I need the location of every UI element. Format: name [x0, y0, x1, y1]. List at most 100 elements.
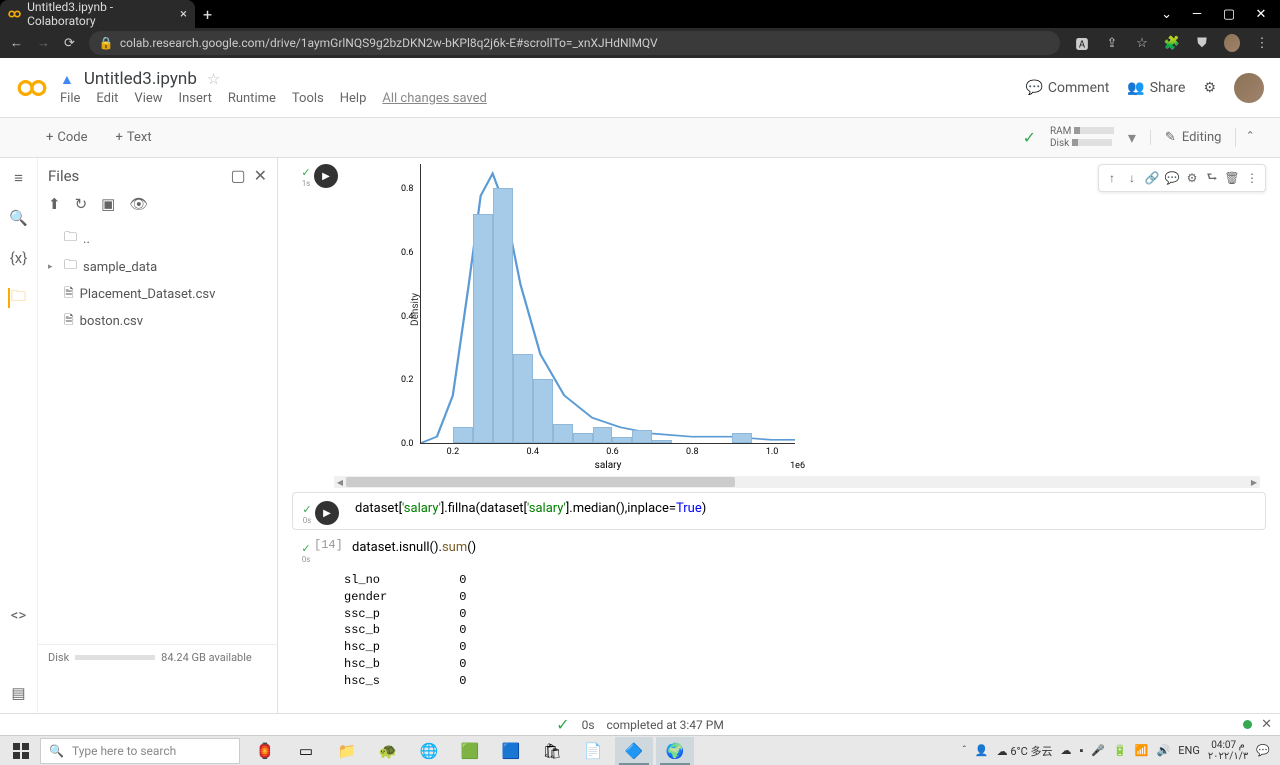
terminal-icon[interactable]: ▤ — [9, 683, 29, 703]
link-icon[interactable]: 🔗 — [1142, 168, 1162, 188]
browser-tab[interactable]: Untitled3.ipynb - Colaboratory × — [0, 0, 195, 28]
forward-icon[interactable]: → — [37, 35, 50, 51]
edge-icon[interactable]: 🌐 — [410, 737, 448, 765]
cell-menu-icon[interactable]: ⋮ — [1242, 168, 1262, 188]
tray-chevron-icon[interactable]: ˆ — [962, 744, 967, 757]
move-up-icon[interactable]: ↑ — [1102, 168, 1122, 188]
start-button[interactable] — [4, 737, 38, 765]
user-avatar[interactable] — [1234, 73, 1264, 103]
tab-close-icon[interactable]: × — [180, 7, 187, 22]
menu-help[interactable]: Help — [340, 91, 367, 106]
cell-settings-icon[interactable]: ⚙ — [1182, 168, 1202, 188]
toc-icon[interactable]: ≡ — [9, 168, 29, 188]
minimize-icon[interactable]: — — [1190, 7, 1204, 22]
mount-drive-icon[interactable]: ▣ — [101, 195, 115, 213]
tree-folder-sample-data[interactable]: ▸🗀sample_data — [48, 253, 267, 281]
hidden-files-icon[interactable]: 👁 — [129, 195, 148, 213]
reload-icon[interactable]: ⟳ — [64, 36, 75, 51]
refresh-files-icon[interactable]: ↻ — [75, 195, 88, 213]
runtime-dropdown-icon[interactable]: ▾ — [1128, 128, 1136, 147]
search-icon[interactable]: 🔍 — [9, 208, 29, 228]
explorer-icon[interactable]: 📁 — [328, 737, 366, 765]
wifi-icon[interactable]: 📶 — [1135, 744, 1149, 757]
menu-insert[interactable]: Insert — [179, 91, 212, 106]
add-code-button[interactable]: + Code — [38, 126, 96, 149]
cell-ok-icon: ✓ — [301, 166, 310, 179]
colab-logo-icon[interactable] — [16, 72, 48, 104]
lantern-widget-icon[interactable]: 🏮 — [246, 737, 284, 765]
maximize-icon[interactable]: ▢ — [1222, 7, 1236, 22]
taskbar-search[interactable]: 🔍Type here to search — [40, 738, 240, 764]
store-icon[interactable]: 🛍 — [533, 737, 571, 765]
menu-view[interactable]: View — [134, 91, 162, 106]
comment-button[interactable]: 💬Comment — [1025, 80, 1109, 96]
upload-icon[interactable]: ⬆ — [48, 195, 61, 213]
weather-widget[interactable]: ☁ 6°C 多云 — [997, 743, 1053, 759]
onedrive-icon[interactable]: ☁ — [1061, 744, 1072, 757]
code-editor[interactable]: dataset.isnull().sum() — [344, 536, 1260, 564]
tree-file-boston[interactable]: 🗎boston.csv — [64, 308, 267, 335]
move-down-icon[interactable]: ↓ — [1122, 168, 1142, 188]
chevron-down-icon[interactable]: ⌄ — [1161, 7, 1172, 22]
close-panel-icon[interactable]: ✕ — [254, 166, 267, 185]
shield-icon[interactable]: ⛊ — [1194, 35, 1210, 51]
mirror-icon[interactable]: ⮑ — [1202, 168, 1222, 188]
cell-fillna[interactable]: ✓0s ▶ dataset['salary'].fillna(dataset['… — [292, 492, 1266, 530]
wechat-icon[interactable]: 🐢 — [369, 737, 407, 765]
clock[interactable]: 04:07 م٢٠٢٢/١/٣ — [1208, 740, 1248, 762]
people-icon[interactable]: 👤 — [975, 744, 989, 757]
new-tab-button[interactable]: + — [195, 5, 220, 24]
chrome-icon[interactable]: 🌍 — [656, 737, 694, 765]
menu-file[interactable]: File — [60, 91, 80, 106]
status-close-icon[interactable]: ✕ — [1261, 717, 1272, 732]
notifications-icon[interactable]: 💬 — [1256, 744, 1270, 757]
share-icon[interactable]: ⇪ — [1104, 35, 1120, 51]
tree-file-placement[interactable]: 🗎Placement_Dataset.csv — [64, 281, 267, 308]
comment-cell-icon[interactable]: 💬 — [1162, 168, 1182, 188]
star-icon[interactable]: ☆ — [1134, 35, 1150, 51]
scroll-left-icon[interactable]: ◀ — [334, 478, 346, 487]
code-editor[interactable]: dataset['salary'].fillna(dataset['salary… — [347, 497, 1259, 525]
extensions-icon[interactable]: 🧩 — [1164, 35, 1180, 51]
battery-icon[interactable]: 🔋 — [1113, 744, 1127, 757]
delete-cell-icon[interactable]: 🗑 — [1222, 168, 1242, 188]
kebab-menu-icon[interactable]: ⋮ — [1254, 35, 1270, 51]
volume-icon[interactable]: 🔊 — [1157, 744, 1171, 757]
new-window-icon[interactable]: ▢ — [230, 166, 245, 185]
url-field[interactable]: 🔒 colab.research.google.com/drive/1aymGr… — [89, 31, 1060, 55]
scroll-thumb[interactable] — [346, 477, 735, 487]
files-icon[interactable]: 🗀 — [8, 288, 28, 308]
mic-icon[interactable]: 🎤 — [1091, 744, 1105, 757]
app-tray-icon[interactable]: ▪ — [1080, 744, 1084, 757]
tree-parent[interactable]: 🗀.. — [48, 225, 267, 253]
language-indicator[interactable]: ENG — [1178, 744, 1200, 757]
notebook-title[interactable]: Untitled3.ipynb — [84, 69, 197, 89]
ram-disk-indicator[interactable]: RAM Disk — [1050, 126, 1114, 150]
code-snippets-icon[interactable]: <> — [9, 605, 29, 625]
menu-runtime[interactable]: Runtime — [228, 91, 276, 106]
word-icon[interactable]: 🟦 — [492, 737, 530, 765]
pycharm-icon[interactable]: 🟩 — [451, 737, 489, 765]
settings-gear-icon[interactable]: ⚙ — [1203, 80, 1216, 96]
menu-tools[interactable]: Tools — [292, 91, 324, 106]
variables-icon[interactable]: {x} — [9, 248, 29, 268]
collapse-panel-icon[interactable]: ˆ — [1235, 128, 1264, 147]
star-notebook-icon[interactable]: ☆ — [207, 70, 220, 88]
cell-isnull[interactable]: ✓0s [14] dataset.isnull().sum() — [278, 534, 1280, 566]
editing-mode[interactable]: ✎Editing — [1150, 130, 1222, 145]
menu-edit[interactable]: Edit — [96, 91, 118, 106]
run-cell-button[interactable]: ▶ — [314, 164, 338, 188]
scroll-right-icon[interactable]: ▶ — [1248, 478, 1260, 487]
saved-status[interactable]: All changes saved — [382, 91, 487, 106]
back-icon[interactable]: ← — [10, 35, 23, 51]
task-view-icon[interactable]: ▭ — [287, 737, 325, 765]
add-text-button[interactable]: + Text — [108, 126, 160, 149]
horizontal-scrollbar[interactable]: ◀ ▶ — [334, 476, 1260, 488]
app-icon[interactable]: 🔷 — [615, 737, 653, 765]
share-button[interactable]: 👥Share — [1127, 80, 1185, 96]
run-cell-button[interactable]: ▶ — [315, 501, 339, 525]
notepad-icon[interactable]: 📄 — [574, 737, 612, 765]
profile-avatar-icon[interactable] — [1224, 35, 1240, 51]
translate-icon[interactable]: 🅰 — [1074, 35, 1090, 51]
close-icon[interactable]: ✕ — [1254, 7, 1268, 22]
